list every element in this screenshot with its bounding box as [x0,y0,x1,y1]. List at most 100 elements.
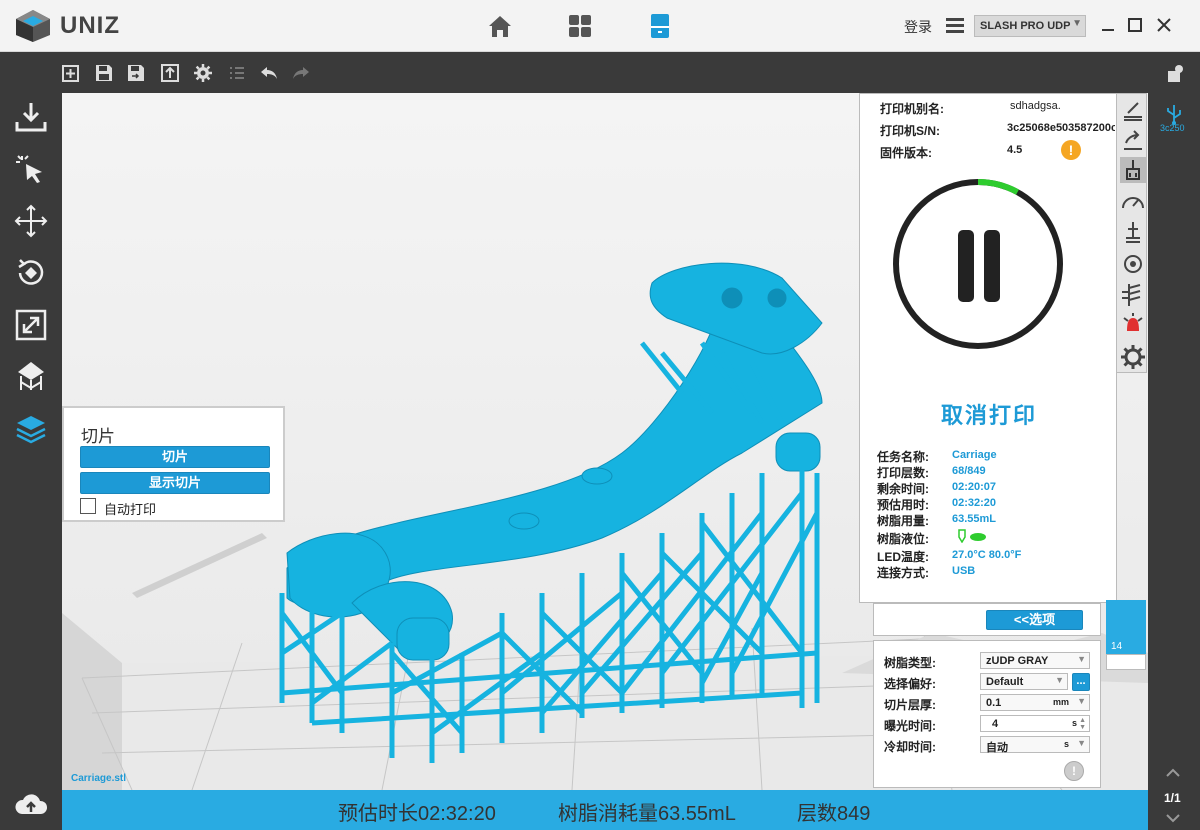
layer-count: 层数849 [797,803,871,825]
chevron-down-icon: ▼ [1077,738,1086,748]
cooling-unit: s [1063,739,1069,749]
redo-icon[interactable] [291,63,311,83]
job-row-label: 打印层数: [877,466,929,480]
alias-value: sdhadgsa. [1010,100,1061,112]
resin-type-value: zUDP GRAY [986,655,1049,667]
grid-icon[interactable] [566,12,594,40]
rotate-icon[interactable] [14,256,48,290]
gauge-icon[interactable] [1120,189,1146,215]
print-settings-panel: 树脂类型: zUDP GRAY ▼ 选择偏好: Default ▼ ... 切片… [873,640,1101,788]
status-bar: 预估时长02:32:20 树脂消耗量63.55mL 层数849 [62,790,1148,830]
chevron-down-icon: ▼ [1072,18,1082,29]
app-logo: UNIZ [12,8,120,44]
printer-status-panel: 打印机别名: sdhadgsa. 打印机S/N: 3c25068e5035872… [859,93,1117,603]
exposure-stepper[interactable]: 4 s ▲ ▼ [980,715,1090,732]
chevron-down-icon[interactable] [1165,813,1181,823]
resin-type-select[interactable]: zUDP GRAY ▼ [980,652,1090,669]
alarm-icon[interactable] [1120,312,1146,338]
job-row-value: 68/849 [952,465,986,477]
logo-text: UNIZ [60,12,120,39]
move-icon[interactable] [14,204,48,238]
add-file-icon[interactable] [61,63,81,83]
list-icon[interactable] [227,63,247,83]
pause-button[interactable] [892,178,1064,350]
maximize-icon[interactable] [1126,16,1144,34]
firmware-label: 固件版本: [880,146,932,160]
scale-icon[interactable] [14,308,48,342]
device-icon[interactable] [1165,63,1185,83]
hamburger-menu-icon[interactable] [945,16,965,36]
exposure-label: 曝光时间: [884,719,936,733]
usb-icon[interactable] [1163,103,1185,125]
panel-tab-strip [1116,93,1147,373]
minimize-icon[interactable] [1099,16,1117,34]
resin-usage: 树脂消耗量63.55mL [558,803,736,825]
usb-label: 3c250 [1160,123,1185,133]
cancel-print-button[interactable]: 取消打印 [860,398,1118,430]
settings-gear-icon[interactable] [1120,344,1146,370]
job-row-value: 27.0°C 80.0°F [952,549,1022,561]
job-row-value: 02:20:07 [952,481,997,493]
gear-icon[interactable] [193,63,213,83]
info-icon[interactable]: ! [1064,761,1084,781]
share-icon[interactable] [1120,127,1146,153]
job-row-label: 连接方式: [877,566,929,580]
layer-slider-handle[interactable] [1106,654,1146,670]
uniz-logo-icon [16,10,50,42]
stepper-arrows-icon[interactable]: ▲ ▼ [1079,717,1086,731]
page-indicator: 1/1 [1164,791,1181,805]
preference-select[interactable]: Default ▼ [980,673,1068,690]
printer-icon[interactable] [646,12,674,40]
home-icon[interactable] [486,12,514,40]
network-icon[interactable] [1120,282,1146,308]
file-name-label: Carriage.stl [71,773,127,784]
job-row-value: 02:32:20 [952,497,997,509]
import-download-icon[interactable] [14,100,48,134]
chevron-down-icon: ▼ [1055,675,1064,685]
job-row-value: USB [952,565,976,577]
select-cursor-icon[interactable] [14,152,48,186]
preference-label: 选择偏好: [884,677,936,691]
firmware-value: 4.5 [1007,144,1023,156]
preference-more-button[interactable]: ... [1072,673,1090,691]
layer-slider[interactable]: 14 [1106,600,1146,670]
exposure-unit: s [1071,718,1077,728]
slice-button[interactable]: 切片 [80,446,270,468]
login-link[interactable]: 登录 [904,17,932,37]
printer-model-value: SLASH PRO UDP [980,20,1071,32]
job-row-label: 预估用时: [877,498,929,512]
job-row-label: LED温度: [877,550,929,564]
job-row-label: 剩余时间: [877,482,929,496]
save-as-icon[interactable] [126,63,146,83]
support-icon[interactable] [14,360,48,394]
title-bar: UNIZ 登录 SLASH PRO UDP ▼ [0,0,1200,52]
cooling-value: 自动 [986,742,1008,754]
job-row-value: 63.55mL [952,513,997,525]
options-button[interactable]: <<选项 [986,610,1083,630]
undo-icon[interactable] [259,63,279,83]
export-icon[interactable] [160,63,180,83]
chevron-up-icon[interactable] [1165,768,1181,778]
cog-icon[interactable] [1120,251,1146,277]
chevron-down-icon: ▼ [1077,654,1086,664]
layer-thickness-unit: mm [1052,697,1069,707]
save-icon[interactable] [94,63,114,83]
slice-layers-icon[interactable] [14,412,48,446]
auto-print-label: 自动打印 [104,502,157,517]
slice-panel: 切片 切片 显示切片 自动打印 [62,406,285,522]
cooling-select[interactable]: 自动 s ▼ [980,736,1090,754]
layer-thickness-label: 切片层厚: [884,698,936,712]
close-icon[interactable] [1155,16,1173,34]
leveling-icon[interactable] [1120,219,1146,245]
platform-down-icon[interactable] [1120,97,1146,123]
printer-model-select[interactable]: SLASH PRO UDP ▼ [974,15,1086,37]
show-slice-button[interactable]: 显示切片 [80,472,270,494]
cloud-upload-icon[interactable] [14,788,48,822]
layer-thickness-select[interactable]: 0.1 mm ▼ [980,694,1090,711]
brush-icon[interactable] [1120,157,1146,183]
exposure-value: 4 [992,718,999,730]
auto-print-checkbox[interactable] [80,498,96,514]
job-row-label: 树脂液位: [877,532,929,546]
warning-icon[interactable]: ! [1061,140,1081,160]
slice-panel-title: 切片 [81,427,115,446]
